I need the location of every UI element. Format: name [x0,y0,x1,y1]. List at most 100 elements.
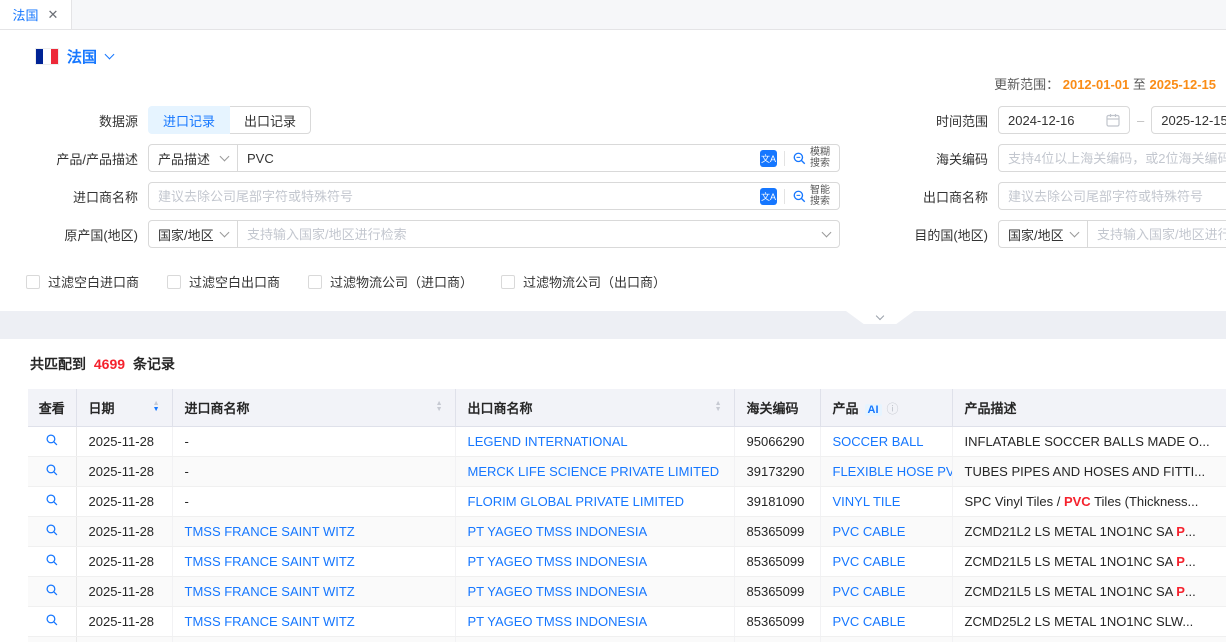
exporter-link[interactable]: LEGEND INTERNATIONAL [468,434,628,449]
smart-search-button[interactable]: 智能搜索 [792,185,830,207]
datasource-import-button[interactable]: 进口记录 [148,106,230,134]
cell-importer[interactable]: TMSS FRANCE SAINT WITZ [172,516,455,546]
view-record-button[interactable] [28,456,76,486]
checkbox-icon[interactable] [26,275,40,289]
destination-type-select[interactable]: 国家/地区 [998,220,1088,248]
date-from-input[interactable]: 2024-12-16 [998,106,1130,134]
product-input[interactable] [238,151,760,166]
importer-input[interactable] [149,189,760,204]
origin-select-value: 国家/地区 [158,225,214,244]
column-date[interactable]: 日期 ▲▼ [76,389,172,426]
exporter-link[interactable]: PT YAGEO TMSS INDONESIA [468,554,648,569]
translate-icon[interactable]: 文A [760,150,777,167]
product-link[interactable]: PVC CABLE [833,614,906,629]
cell-date: 2025-11-27 [76,636,172,642]
view-record-button[interactable] [28,546,76,576]
view-record-button[interactable] [28,486,76,516]
cell-description: TUBES PIPES AND HOSES AND FITTI... [952,456,1226,486]
product-link[interactable]: PVC CABLE [833,554,906,569]
cell-importer[interactable]: HAMELIN BRANDS LIMITED [172,636,455,642]
product-link[interactable]: PVC CABLE [833,524,906,539]
cell-importer[interactable]: TMSS FRANCE SAINT WITZ [172,546,455,576]
column-importer[interactable]: 进口商名称 ▲▼ [172,389,455,426]
column-hs-code: 海关编码 [734,389,820,426]
cell-hs-code: 48203000 [734,636,820,642]
filter-checkbox[interactable]: 过滤空白进口商 [26,272,139,291]
checkbox-icon[interactable] [167,275,181,289]
product-field-select[interactable]: 产品描述 [148,144,238,172]
column-exporter[interactable]: 出口商名称 ▲▼ [455,389,734,426]
cell-product: PVC [820,636,952,642]
view-record-button[interactable] [28,606,76,636]
country-selector[interactable]: 法国 [0,30,1226,72]
importer-link[interactable]: TMSS FRANCE SAINT WITZ [185,614,355,629]
exporter-link[interactable]: MERCK LIFE SCIENCE PRIVATE LIMITED [468,464,720,479]
france-flag-icon [36,49,58,64]
date-to-input[interactable]: 2025-12-15 [1151,106,1226,134]
results-table: 查看 日期 ▲▼ 进口商名称 ▲▼ [28,389,1226,642]
datasource-segmented: 进口记录 出口记录 [148,106,311,134]
product-link[interactable]: PVC CABLE [833,584,906,599]
translate-icon[interactable]: 文A [760,188,777,205]
sort-icon-importer[interactable]: ▲▼ [436,401,443,413]
datasource-export-button[interactable]: 出口记录 [229,106,311,134]
exporter-link[interactable]: PT YAGEO TMSS INDONESIA [468,614,648,629]
product-link[interactable]: SOCCER BALL [833,434,924,449]
table-row: 2025-11-28TMSS FRANCE SAINT WITZPT YAGEO… [28,606,1226,636]
table-header-row: 查看 日期 ▲▼ 进口商名称 ▲▼ [28,389,1226,426]
cell-hs-code: 85365099 [734,516,820,546]
close-icon[interactable]: ✕ [48,7,59,23]
chevron-down-icon [220,151,230,161]
table-row: 2025-11-28-LEGEND INTERNATIONAL95066290S… [28,426,1226,456]
column-product: 产品AIⓘ [820,389,952,426]
fuzzy-search-button[interactable]: 模糊搜索 [792,147,830,169]
view-record-button[interactable] [28,426,76,456]
update-range-to-word: 至 [1133,77,1146,92]
sort-icon-date[interactable]: ▲▼ [153,401,160,413]
checkbox-label: 过滤物流公司（出口商） [523,272,666,291]
product-link[interactable]: FLEXIBLE HOSE PVC [833,464,953,479]
checkbox-label: 过滤空白出口商 [189,272,280,291]
collapse-panel-button[interactable] [846,311,914,324]
view-magnifier-icon [45,553,59,567]
info-icon[interactable]: ⓘ [887,402,899,416]
exporter-link[interactable]: PT YAGEO TMSS INDONESIA [468,584,648,599]
cell-description: ZCMD21L5 LS METAL 1NO1NC SA P... [952,546,1226,576]
tab-france[interactable]: 法国 ✕ [0,0,72,29]
view-record-button[interactable] [28,516,76,546]
origin-country-input[interactable] [238,227,823,242]
update-range-to: 2025-12-15 [1150,77,1217,92]
filter-checkbox[interactable]: 过滤物流公司（出口商） [501,272,666,291]
destination-select-value: 国家/地区 [1008,225,1064,244]
divider [784,189,785,204]
importer-link[interactable]: TMSS FRANCE SAINT WITZ [185,554,355,569]
results-panel: 共匹配到 4699 条记录 查看 日期 ▲▼ [0,339,1226,642]
exporter-link[interactable]: PT YAGEO TMSS INDONESIA [468,524,648,539]
product-input-wrap: 文A 模糊搜索 [237,144,840,172]
chevron-down-icon [1070,227,1080,237]
filter-checkbox[interactable]: 过滤物流公司（进口商） [308,272,473,291]
exporter-link[interactable]: FLORIM GLOBAL PRIVATE LIMITED [468,494,684,509]
chevron-down-icon [822,227,832,237]
cell-importer[interactable]: TMSS FRANCE SAINT WITZ [172,576,455,606]
origin-type-select[interactable]: 国家/地区 [148,220,238,248]
sort-icon-exporter[interactable]: ▲▼ [715,401,722,413]
magnifier-icon [792,151,807,166]
importer-link[interactable]: TMSS FRANCE SAINT WITZ [185,584,355,599]
product-link[interactable]: VINYL TILE [833,494,901,509]
destination-input-wrap [1087,220,1226,248]
hs-code-input[interactable] [999,151,1226,166]
cell-importer[interactable]: TMSS FRANCE SAINT WITZ [172,606,455,636]
cell-exporter: MERCK LIFE SCIENCE PRIVATE LIMITED [455,456,734,486]
cell-importer: - [172,486,455,516]
checkbox-icon[interactable] [308,275,322,289]
view-record-button[interactable] [28,576,76,606]
country-name: 法国 [67,46,97,67]
checkbox-icon[interactable] [501,275,515,289]
cell-date: 2025-11-28 [76,456,172,486]
exporter-input[interactable] [999,189,1226,204]
filter-checkbox[interactable]: 过滤空白出口商 [167,272,280,291]
destination-country-input[interactable] [1088,227,1226,242]
importer-link[interactable]: TMSS FRANCE SAINT WITZ [185,524,355,539]
view-record-button[interactable] [28,636,76,642]
